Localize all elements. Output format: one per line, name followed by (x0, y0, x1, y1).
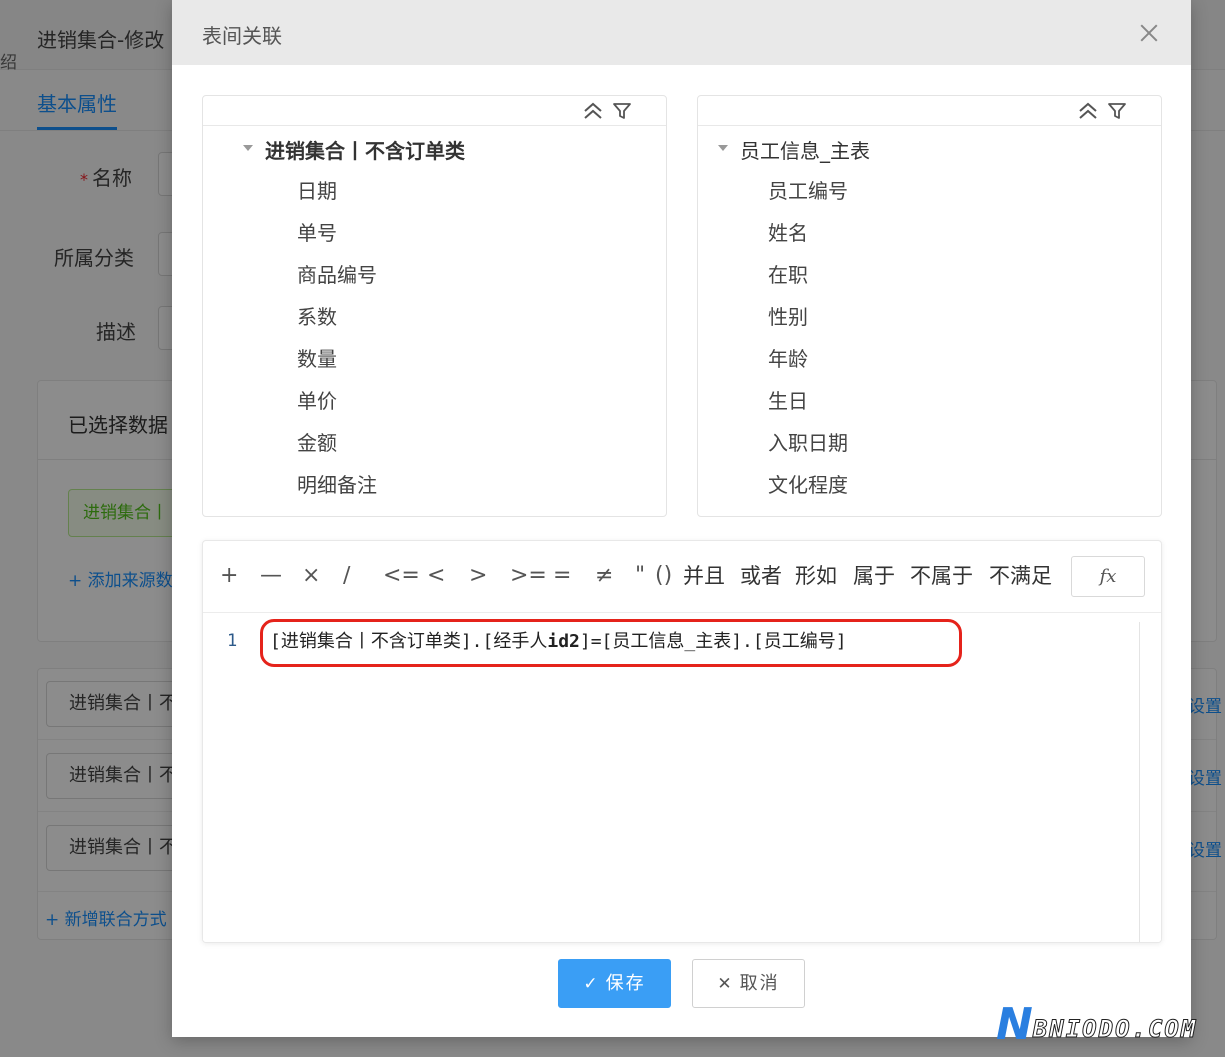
watermark-logo: NBNIODO.COM (996, 1002, 1197, 1048)
operator-button[interactable]: 并且 (683, 561, 725, 591)
tree-root-node[interactable]: 进销集合丨不含订单类 (243, 135, 465, 165)
tree-children: 日期 单号 商品编号 系数 数量 单价 金额 明细备注 (297, 177, 377, 513)
dialog-title: 表间关联 (202, 24, 282, 48)
highlight-annotation (260, 619, 962, 667)
tree-children: 员工编号 姓名 在职 性别 年龄 生日 入职日期 文化程度 (768, 177, 848, 513)
left-table-tree: 进销集合丨不含订单类 日期 单号 商品编号 系数 数量 单价 金额 明细备注 (202, 95, 667, 517)
operator-button[interactable]: = (553, 561, 571, 591)
code-area[interactable]: 1 [进销集合丨不含订单类].[经手人id2]=[员工信息_主表].[员工编号] (203, 614, 1161, 942)
save-button[interactable]: ✓ 保存 (558, 959, 671, 1008)
operator-button[interactable]: ≠ (595, 561, 613, 591)
tree-field-item[interactable]: 单价 (297, 387, 377, 429)
collapse-all-icon[interactable] (1077, 100, 1099, 122)
operator-button[interactable]: 不满足 (989, 561, 1052, 591)
tree-root-node[interactable]: 员工信息_主表 (718, 135, 870, 165)
watermark-text: BNIODO.COM (1032, 1015, 1198, 1044)
tree-root-label: 员工信息_主表 (740, 139, 870, 163)
expression-editor: fx + — × ∕ <= < > >= = ≠ " () 并且 或者 形如 属于 不属于 不满足 1 [进销集合… (202, 540, 1162, 943)
operator-button[interactable]: > (469, 561, 487, 591)
operator-button[interactable]: + (220, 561, 238, 591)
save-label: 保存 (605, 973, 646, 994)
tree-field-item[interactable]: 单号 (297, 219, 377, 261)
tree-field-item[interactable]: 商品编号 (297, 261, 377, 303)
cancel-button[interactable]: ✕ 取消 (692, 959, 805, 1008)
right-table-tree: 员工信息_主表 员工编号 姓名 在职 性别 年龄 生日 入职日期 文化程度 (697, 95, 1162, 517)
tree-field-item[interactable]: 生日 (768, 387, 848, 429)
tree-field-item[interactable]: 在职 (768, 261, 848, 303)
operator-button[interactable]: — (260, 561, 282, 591)
function-button[interactable]: fx (1071, 556, 1145, 597)
dialog-header: 表间关联 (172, 0, 1191, 65)
collapse-all-icon[interactable] (582, 100, 604, 122)
caret-down-icon[interactable] (243, 144, 253, 151)
close-icon: ✕ (717, 974, 732, 994)
tree-body: 进销集合丨不含订单类 日期 单号 商品编号 系数 数量 单价 金额 明细备注 (203, 127, 666, 516)
tree-field-item[interactable]: 明细备注 (297, 471, 377, 513)
caret-down-icon[interactable] (718, 144, 728, 151)
tree-field-item[interactable]: 系数 (297, 303, 377, 345)
tree-field-item[interactable]: 员工编号 (768, 177, 848, 219)
filter-icon[interactable] (611, 100, 633, 122)
filter-icon[interactable] (1106, 100, 1128, 122)
operator-button[interactable]: >= (510, 561, 547, 591)
editor-scrollbar[interactable] (1139, 622, 1161, 942)
tree-field-item[interactable]: 年龄 (768, 345, 848, 387)
tree-toolbar (698, 96, 1161, 126)
operator-button[interactable]: 不属于 (910, 561, 973, 591)
operator-button[interactable]: () (655, 561, 672, 591)
close-icon[interactable] (1140, 24, 1158, 42)
tree-field-item[interactable]: 文化程度 (768, 471, 848, 513)
tree-field-item[interactable]: 金额 (297, 429, 377, 471)
operator-button[interactable]: ∕ (343, 561, 350, 591)
tree-field-item[interactable]: 日期 (297, 177, 377, 219)
operator-button[interactable]: <= (383, 561, 420, 591)
tree-field-item[interactable]: 性别 (768, 303, 848, 345)
operator-button[interactable]: 属于 (853, 561, 895, 591)
line-number: 1 (227, 631, 238, 651)
tree-field-item[interactable]: 入职日期 (768, 429, 848, 471)
operator-button[interactable]: " (635, 561, 645, 591)
operator-button[interactable]: < (427, 561, 445, 591)
table-relation-dialog: 表间关联 进销集合丨不含订单类 日期 单号 商品编号 系数 数量 单价 金额 明细备注 员工信… (172, 0, 1191, 1037)
operator-button[interactable]: 或者 (740, 561, 782, 591)
cancel-label: 取消 (739, 973, 780, 994)
operator-button[interactable]: × (302, 561, 320, 591)
watermark-letter: N (996, 999, 1033, 1050)
check-icon: ✓ (583, 974, 598, 994)
tree-toolbar (203, 96, 666, 126)
operator-toolbar: fx + — × ∕ <= < > >= = ≠ " () 并且 或者 形如 属于 不属于 不满足 (203, 541, 1161, 613)
operator-button[interactable]: 形如 (795, 561, 837, 591)
tree-field-item[interactable]: 数量 (297, 345, 377, 387)
tree-body: 员工信息_主表 员工编号 姓名 在职 性别 年龄 生日 入职日期 文化程度 (698, 127, 1161, 516)
tree-root-label: 进销集合丨不含订单类 (265, 139, 465, 163)
tree-field-item[interactable]: 姓名 (768, 219, 848, 261)
